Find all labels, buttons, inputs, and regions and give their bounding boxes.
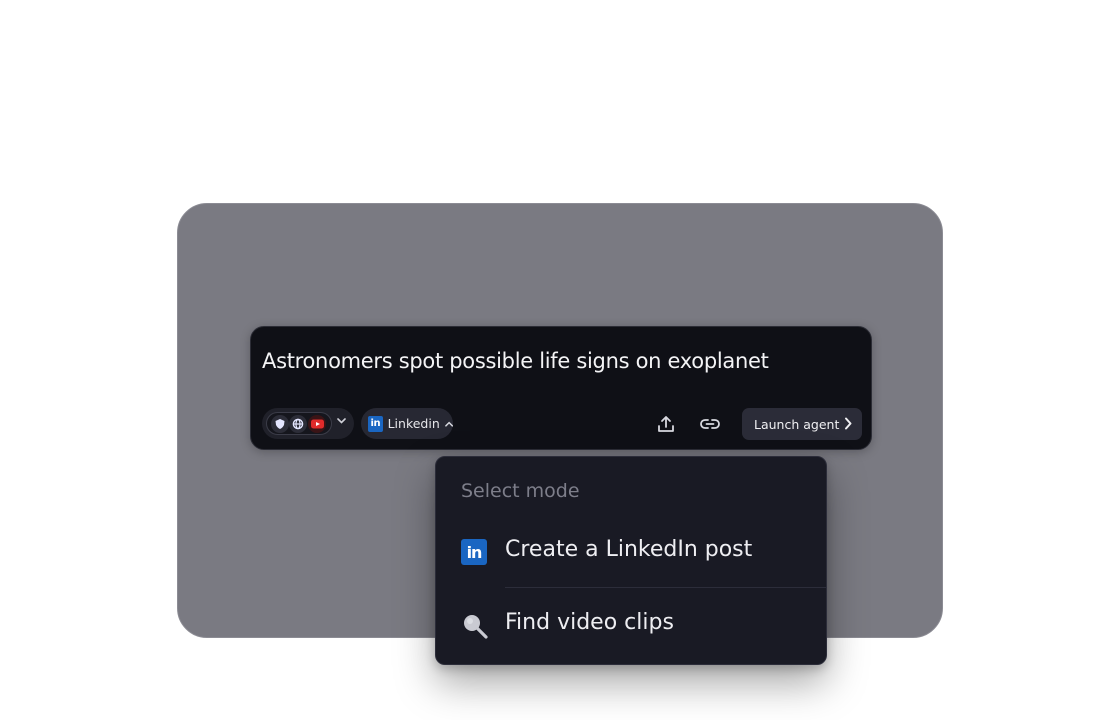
linkedin-icon: in [461, 539, 487, 565]
prompt-input[interactable]: Astronomers spot possible life signs on … [262, 349, 769, 373]
prompt-toolbar: in Linkedin Launch agent [262, 408, 862, 440]
chevron-up-icon [444, 421, 453, 427]
globe-icon [289, 415, 307, 433]
menu-item-create-linkedin-post[interactable]: in Create a LinkedIn post [436, 522, 826, 580]
dropdown-title: Select mode [461, 480, 580, 502]
youtube-icon [308, 415, 326, 433]
select-mode-dropdown: Select mode in Create a LinkedIn post Fi… [435, 456, 827, 665]
mode-label: Linkedin [387, 416, 440, 431]
sources-selector-button[interactable] [262, 408, 354, 439]
mode-selector-button[interactable]: in Linkedin [361, 408, 453, 439]
menu-item-label: Create a LinkedIn post [505, 537, 753, 562]
menu-item-label: Find video clips [505, 610, 674, 635]
chevron-right-icon [845, 417, 852, 430]
shield-icon [271, 415, 289, 433]
search-icon [461, 612, 488, 639]
sources-icon-group [266, 412, 332, 435]
menu-divider [505, 587, 826, 588]
prompt-card: Astronomers spot possible life signs on … [250, 326, 872, 450]
launch-agent-button[interactable]: Launch agent [742, 408, 862, 440]
upload-icon[interactable] [654, 412, 678, 436]
link-icon[interactable] [697, 412, 723, 436]
chevron-down-icon [337, 418, 346, 424]
linkedin-icon: in [368, 415, 383, 432]
launch-agent-label: Launch agent [754, 416, 840, 432]
menu-item-find-video-clips[interactable]: Find video clips [436, 595, 826, 653]
